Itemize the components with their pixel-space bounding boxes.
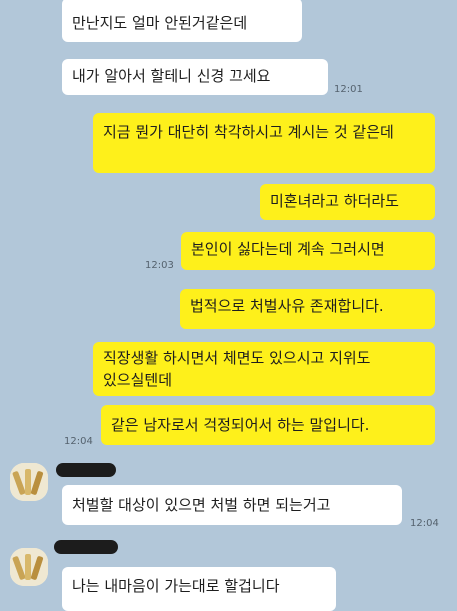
message-timestamp: 12:03 — [145, 260, 174, 271]
sent-message: 본인이 싫다는데 계속 그러시면 — [181, 232, 435, 270]
received-message: 만난지도 얼마 안된거같은데 — [62, 0, 302, 42]
profile-avatar-icon[interactable] — [10, 463, 48, 501]
profile-avatar-icon[interactable] — [10, 548, 48, 586]
sent-message: 지금 뭔가 대단히 착각하시고 계시는 것 같은데 — [93, 113, 435, 173]
sent-message: 같은 남자로서 걱정되어서 하는 말입니다. — [101, 405, 435, 445]
received-message: 내가 알아서 할테니 신경 끄세요 — [62, 59, 328, 95]
message-timestamp: 12:01 — [334, 84, 363, 95]
redacted-name — [54, 540, 118, 554]
message-timestamp: 12:04 — [64, 436, 93, 447]
chat-area: 만난지도 얼마 안된거같은데 내가 알아서 할테니 신경 끄세요 12:01 지… — [0, 0, 457, 611]
sent-message: 미혼녀라고 하더라도 — [260, 184, 435, 220]
received-message: 처벌할 대상이 있으면 처벌 하면 되는거고 — [62, 485, 402, 525]
message-timestamp: 12:04 — [410, 518, 439, 529]
sent-message: 법적으로 처벌사유 존재합니다. — [180, 289, 435, 329]
redacted-name — [56, 463, 116, 477]
received-message: 나는 내마음이 가는대로 할겁니다 — [62, 567, 336, 611]
sent-message: 직장생활 하시면서 체면도 있으시고 지위도 있으실텐데 — [93, 342, 435, 396]
